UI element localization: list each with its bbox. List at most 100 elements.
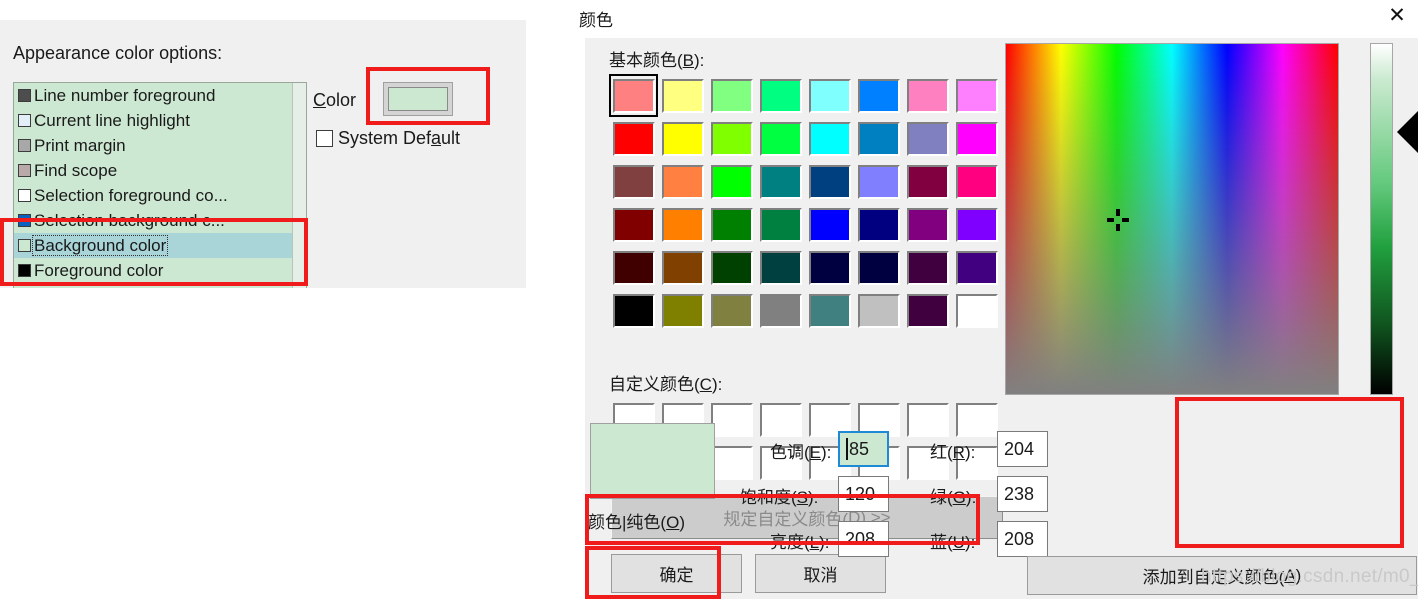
color-field-crosshair-icon[interactable] xyxy=(1107,209,1129,231)
color-swatch-icon xyxy=(955,207,998,242)
basic-color-swatch[interactable] xyxy=(756,74,805,117)
basic-colors-grid[interactable] xyxy=(609,74,1001,332)
basic-color-swatch[interactable] xyxy=(756,203,805,246)
basic-color-swatch[interactable] xyxy=(756,246,805,289)
luminance-slider[interactable] xyxy=(1370,43,1393,395)
color-swatch-icon xyxy=(808,164,851,199)
color-swatch-icon xyxy=(955,293,998,328)
basic-color-swatch[interactable] xyxy=(854,289,903,332)
basic-color-swatch[interactable] xyxy=(854,74,903,117)
basic-color-swatch[interactable] xyxy=(805,117,854,160)
basic-color-swatch[interactable] xyxy=(658,203,707,246)
color-preview-button[interactable] xyxy=(383,82,453,116)
basic-color-swatch[interactable] xyxy=(854,160,903,203)
basic-color-swatch[interactable] xyxy=(609,160,658,203)
basic-color-swatch[interactable] xyxy=(609,74,658,117)
color-swatch-icon xyxy=(955,121,998,156)
color-picker-dialog: 颜色 ✕ 基本颜色(B): 自定义颜色(C): 规定自定义颜色(D) >> 确定… xyxy=(561,0,1418,599)
basic-color-swatch[interactable] xyxy=(805,289,854,332)
color-swatch-icon xyxy=(612,121,655,156)
basic-color-swatch[interactable] xyxy=(805,74,854,117)
color-swatch-icon xyxy=(661,78,704,113)
basic-color-swatch[interactable] xyxy=(707,203,756,246)
luminance-marker-arrow-icon[interactable] xyxy=(1397,110,1418,154)
basic-color-swatch[interactable] xyxy=(707,160,756,203)
hue-input[interactable]: 85 xyxy=(838,431,889,467)
basic-color-swatch[interactable] xyxy=(854,203,903,246)
green-input[interactable]: 238 xyxy=(997,476,1048,512)
list-item[interactable]: Print margin xyxy=(14,133,306,158)
saturation-value-field[interactable] xyxy=(1005,43,1339,395)
basic-color-swatch[interactable] xyxy=(756,160,805,203)
basic-color-swatch[interactable] xyxy=(903,289,952,332)
basic-color-swatch[interactable] xyxy=(952,160,1001,203)
basic-color-swatch[interactable] xyxy=(805,160,854,203)
list-scrollbar[interactable] xyxy=(292,83,306,288)
basic-colors-label: 基本颜色(B): xyxy=(609,51,705,70)
luminance-input[interactable]: 208 xyxy=(838,521,889,557)
list-item[interactable]: Find scope xyxy=(14,158,306,183)
basic-color-swatch[interactable] xyxy=(903,203,952,246)
basic-color-swatch[interactable] xyxy=(903,246,952,289)
color-swatch-icon xyxy=(808,293,851,328)
basic-color-swatch[interactable] xyxy=(609,246,658,289)
custom-colors-label: 自定义颜色(C): xyxy=(609,375,723,394)
appearance-color-options-panel: Appearance color options: Line number fo… xyxy=(0,20,526,288)
red-input[interactable]: 204 xyxy=(997,431,1048,467)
system-default-row[interactable]: System Default xyxy=(316,128,460,149)
basic-color-swatch[interactable] xyxy=(903,117,952,160)
color-swatch-icon xyxy=(612,250,655,285)
color-swatch-icon xyxy=(612,164,655,199)
ok-button[interactable]: 确定 xyxy=(611,554,742,593)
basic-color-swatch[interactable] xyxy=(609,203,658,246)
color-swatch-icon xyxy=(661,121,704,156)
system-default-checkbox[interactable] xyxy=(316,130,333,147)
list-item[interactable]: Foreground color xyxy=(14,258,306,283)
custom-color-swatch[interactable] xyxy=(756,398,805,441)
color-swatch-icon xyxy=(612,293,655,328)
cancel-button[interactable]: 取消 xyxy=(755,554,886,593)
list-item[interactable]: Current line highlight xyxy=(14,108,306,133)
list-item[interactable]: Background color xyxy=(14,233,306,258)
color-swatch-icon xyxy=(710,78,753,113)
list-item-label: Selection foreground co... xyxy=(34,186,228,205)
basic-color-swatch[interactable] xyxy=(707,289,756,332)
custom-color-swatch[interactable] xyxy=(903,398,952,441)
basic-color-swatch[interactable] xyxy=(707,74,756,117)
basic-color-swatch[interactable] xyxy=(952,289,1001,332)
blue-input[interactable]: 208 xyxy=(997,521,1048,557)
basic-color-swatch[interactable] xyxy=(609,117,658,160)
basic-color-swatch[interactable] xyxy=(756,117,805,160)
color-swatch-icon xyxy=(857,164,900,199)
basic-color-swatch[interactable] xyxy=(707,117,756,160)
basic-color-swatch[interactable] xyxy=(805,246,854,289)
basic-color-swatch[interactable] xyxy=(658,289,707,332)
close-icon[interactable]: ✕ xyxy=(1376,0,1418,31)
basic-color-swatch[interactable] xyxy=(609,289,658,332)
basic-color-swatch[interactable] xyxy=(854,246,903,289)
list-item[interactable]: Selection foreground co... xyxy=(14,183,306,208)
basic-color-swatch[interactable] xyxy=(756,289,805,332)
basic-color-swatch[interactable] xyxy=(854,117,903,160)
basic-color-swatch[interactable] xyxy=(952,203,1001,246)
basic-color-swatch[interactable] xyxy=(952,74,1001,117)
basic-color-swatch[interactable] xyxy=(805,203,854,246)
saturation-input[interactable]: 120 xyxy=(838,476,889,512)
color-swatch-icon xyxy=(18,264,31,277)
basic-color-swatch[interactable] xyxy=(658,246,707,289)
basic-color-swatch[interactable] xyxy=(903,74,952,117)
basic-color-swatch[interactable] xyxy=(658,160,707,203)
color-swatch-icon xyxy=(955,250,998,285)
list-item[interactable]: Selection background c... xyxy=(14,208,306,233)
basic-color-swatch[interactable] xyxy=(707,246,756,289)
custom-color-swatch[interactable] xyxy=(952,398,1001,441)
basic-color-swatch[interactable] xyxy=(658,117,707,160)
basic-color-swatch[interactable] xyxy=(903,160,952,203)
red-label: 红(R): xyxy=(930,443,976,462)
basic-color-swatch[interactable] xyxy=(952,117,1001,160)
list-item[interactable]: Line number foreground xyxy=(14,83,306,108)
appearance-color-list[interactable]: Line number foreground Current line highl… xyxy=(13,82,307,288)
basic-color-swatch[interactable] xyxy=(658,74,707,117)
color-swatch-icon xyxy=(710,164,753,199)
basic-color-swatch[interactable] xyxy=(952,246,1001,289)
